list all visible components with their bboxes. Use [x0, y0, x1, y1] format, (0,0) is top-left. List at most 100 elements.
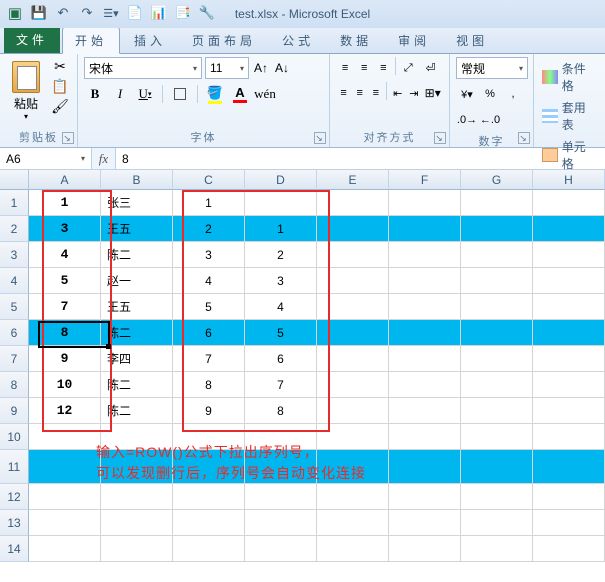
shrink-font-icon[interactable]: A↓ [273, 58, 291, 78]
cell[interactable] [461, 424, 533, 450]
row-header[interactable]: 3 [0, 242, 29, 268]
cell[interactable] [389, 536, 461, 562]
cell[interactable] [389, 190, 461, 216]
cell[interactable] [533, 268, 605, 294]
cell[interactable] [389, 398, 461, 424]
cell[interactable] [29, 510, 101, 536]
align-bottom-icon[interactable]: ≡ [374, 57, 392, 79]
cell[interactable] [389, 216, 461, 242]
cell[interactable]: 9 [173, 398, 245, 424]
cell[interactable]: 2 [245, 242, 317, 268]
row-header[interactable]: 2 [0, 216, 29, 242]
qat-item-icon[interactable]: 📊 [148, 2, 170, 24]
row-header[interactable]: 13 [0, 510, 29, 536]
cell[interactable]: 2 [173, 216, 245, 242]
phonetic-button[interactable]: wén [254, 83, 276, 105]
increase-decimal-icon[interactable]: .0→ [456, 109, 478, 131]
tab-review[interactable]: 审阅 [386, 28, 442, 53]
cell[interactable] [533, 484, 605, 510]
cell[interactable]: 王五 [101, 294, 173, 320]
dialog-launcher-icon[interactable]: ↘ [518, 132, 530, 144]
cell[interactable] [29, 450, 101, 484]
cell[interactable] [245, 484, 317, 510]
cell[interactable]: 张三 [101, 190, 173, 216]
qat-more-icon[interactable]: ☰▾ [100, 2, 122, 24]
cell[interactable]: 4 [245, 294, 317, 320]
qat-item-icon[interactable]: 🔧 [196, 2, 218, 24]
tab-page-layout[interactable]: 页面布局 [180, 28, 268, 53]
conditional-format-button[interactable]: 条件格 [540, 59, 599, 95]
tab-insert[interactable]: 插入 [122, 28, 178, 53]
cell[interactable] [389, 450, 461, 484]
col-header[interactable]: G [461, 170, 533, 190]
cell[interactable] [389, 484, 461, 510]
increase-indent-icon[interactable]: ⇥ [406, 82, 421, 104]
border-button[interactable] [169, 83, 191, 105]
cell[interactable] [101, 484, 173, 510]
cell[interactable]: 8 [245, 398, 317, 424]
cell[interactable] [317, 424, 389, 450]
percent-icon[interactable]: % [479, 83, 501, 105]
cell[interactable] [533, 216, 605, 242]
cell[interactable] [461, 346, 533, 372]
cell[interactable]: 5 [245, 320, 317, 346]
dialog-launcher-icon[interactable]: ↘ [434, 132, 446, 144]
cell[interactable] [533, 242, 605, 268]
col-header[interactable]: D [245, 170, 317, 190]
cell[interactable] [533, 346, 605, 372]
fill-color-button[interactable]: 🪣 [204, 83, 226, 105]
cell[interactable] [29, 536, 101, 562]
tab-view[interactable]: 视图 [444, 28, 500, 53]
cell[interactable]: 5 [29, 268, 101, 294]
row-header[interactable]: 8 [0, 372, 29, 398]
row-header[interactable]: 1 [0, 190, 29, 216]
row-header[interactable]: 7 [0, 346, 29, 372]
cell[interactable] [389, 510, 461, 536]
tab-data[interactable]: 数据 [328, 28, 384, 53]
qat-item-icon[interactable]: 📄 [124, 2, 146, 24]
cell[interactable]: 7 [29, 294, 101, 320]
cell[interactable] [245, 190, 317, 216]
cell[interactable] [461, 450, 533, 484]
tab-file[interactable]: 文件 [4, 26, 60, 53]
row-header[interactable]: 4 [0, 268, 29, 294]
cell[interactable] [173, 424, 245, 450]
col-header[interactable]: F [389, 170, 461, 190]
cell[interactable] [317, 242, 389, 268]
cell[interactable] [533, 424, 605, 450]
save-icon[interactable]: 💾 [28, 2, 50, 24]
cell[interactable]: 6 [245, 346, 317, 372]
cell[interactable]: 1 [245, 216, 317, 242]
cell[interactable]: 王五 [101, 216, 173, 242]
cell[interactable] [389, 320, 461, 346]
cell[interactable] [533, 510, 605, 536]
cell[interactable] [101, 510, 173, 536]
grow-font-icon[interactable]: A↑ [252, 58, 270, 78]
cell[interactable] [245, 424, 317, 450]
tab-home[interactable]: 开始 [62, 27, 120, 54]
cell[interactable]: 6 [173, 320, 245, 346]
cell[interactable] [461, 216, 533, 242]
dialog-launcher-icon[interactable]: ↘ [314, 132, 326, 144]
formula-input[interactable]: 8 [116, 148, 605, 169]
cell[interactable]: 12 [29, 398, 101, 424]
decrease-decimal-icon[interactable]: ←.0 [479, 109, 501, 131]
cell[interactable]: 1 [29, 190, 101, 216]
cell[interactable] [317, 398, 389, 424]
cell[interactable]: 8 [173, 372, 245, 398]
col-header[interactable]: B [101, 170, 173, 190]
col-header[interactable]: H [533, 170, 605, 190]
cell[interactable] [389, 372, 461, 398]
redo-icon[interactable]: ↷ [76, 2, 98, 24]
cell[interactable] [101, 536, 173, 562]
cell[interactable] [173, 450, 245, 484]
cell[interactable] [389, 268, 461, 294]
cell[interactable]: 李四 [101, 346, 173, 372]
align-left-icon[interactable]: ≡ [336, 82, 351, 104]
cell[interactable] [173, 536, 245, 562]
align-top-icon[interactable]: ≡ [336, 57, 354, 79]
cell[interactable] [173, 510, 245, 536]
cell[interactable] [533, 450, 605, 484]
cell[interactable] [101, 450, 173, 484]
cell[interactable]: 10 [29, 372, 101, 398]
